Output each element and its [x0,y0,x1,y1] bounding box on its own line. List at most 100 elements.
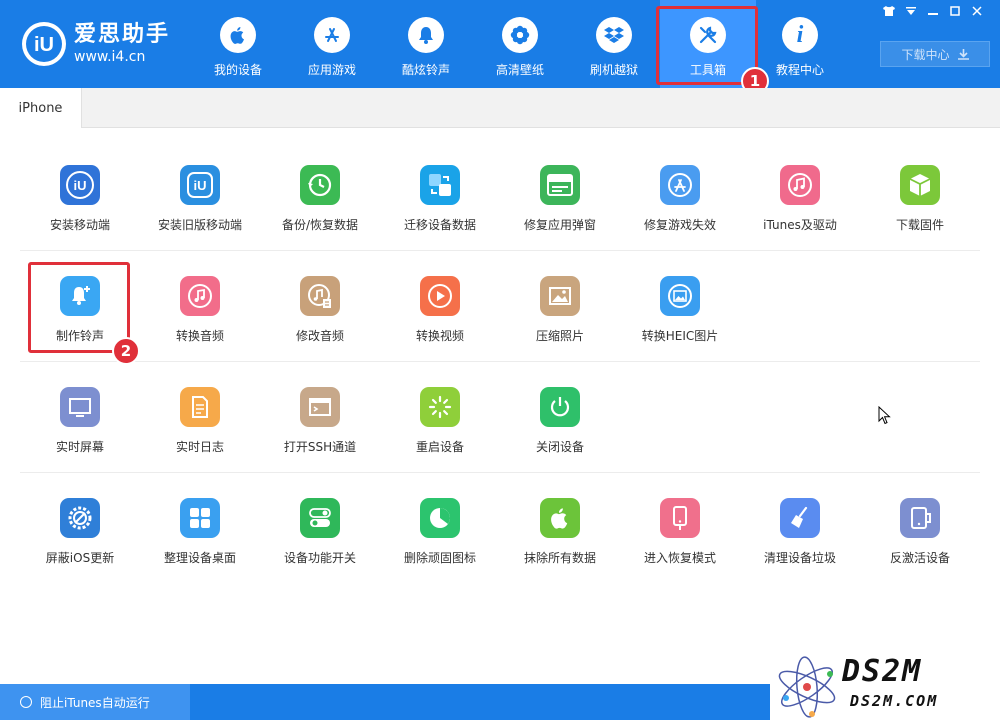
tool-install-old-mobile[interactable]: iU 安装旧版移动端 [140,165,260,265]
nav-label: 酷炫铃声 [401,63,450,77]
tool-itunes-driver[interactable]: iTunes及驱动 [740,165,860,265]
svg-text:iU: iU [74,178,87,193]
tool-label: 安装移动端 [49,218,110,232]
svg-text:iU: iU [34,34,54,56]
tool-erase-all-data[interactable]: 抹除所有数据 [500,498,620,598]
tool-convert-video[interactable]: 转换视频 [380,276,500,376]
restart-spinner-icon [420,387,460,427]
watermark-url: DS2M.COM [850,692,939,710]
tablet-icon [900,498,940,538]
tool-label: 屏蔽iOS更新 [45,551,115,565]
maximize-icon[interactable] [946,4,964,18]
tool-edit-audio[interactable]: 修改音频 [260,276,380,376]
video-convert-icon [420,276,460,316]
app-store-repair-icon [660,165,700,205]
tool-shutdown-device[interactable]: 关闭设备 [500,387,620,487]
apple-id-icon [540,165,580,205]
tool-label: 迁移设备数据 [403,218,476,232]
tool-convert-audio[interactable]: 转换音频 [140,276,260,376]
tool-convert-heic[interactable]: 转换HEIC图片 [620,276,740,376]
tool-label: 备份/恢复数据 [281,218,359,232]
tool-fix-game[interactable]: 修复游戏失效 [620,165,740,265]
minimize-icon[interactable] [924,4,942,18]
itunes-icon [780,165,820,205]
radio-circle-icon [20,696,32,708]
close-icon[interactable] [968,4,986,18]
nav-label: 刷机越狱 [589,63,638,77]
tool-backup-restore[interactable]: 备份/恢复数据 [260,165,380,265]
tool-restart-device[interactable]: 重启设备 [380,387,500,487]
tool-label: 反激活设备 [889,551,950,565]
firmware-box-icon [900,165,940,205]
nav-my-device[interactable]: 我的设备 [190,0,286,88]
tool-feature-switch[interactable]: 设备功能开关 [260,498,380,598]
log-document-icon [180,387,220,427]
tool-deactivate-device[interactable]: 反激活设备 [860,498,980,598]
watermark-title: DS2M [842,654,923,689]
dropbox-icon [596,17,632,53]
tool-label: 压缩照片 [535,329,584,343]
step-badge-2: 2 [112,337,140,365]
svg-text:iU: iU [194,178,207,193]
toggle-icon [300,498,340,538]
tool-fix-app-popup[interactable]: 修复应用弹窗 [500,165,620,265]
nav-flash-jailbreak[interactable]: 刷机越狱 [566,0,662,88]
tool-label: 关闭设备 [535,440,584,454]
tool-delete-stubborn-icons[interactable]: 删除顽固图标 [380,498,500,598]
brand-url: www.i4.cn [74,49,146,65]
tool-label: 转换视频 [415,329,464,343]
tool-label: 进入恢复模式 [643,551,716,565]
tool-open-ssh[interactable]: 打开SSH通道 [260,387,380,487]
broom-icon [780,498,820,538]
tool-compress-photo[interactable]: 压缩照片 [500,276,620,376]
top-bar: iU 爱思助手 www.i4.cn 我的设备 应用游戏 酷炫铃声 高清壁纸 刷机… [0,0,1000,88]
tool-label: 安装旧版移动端 [157,218,242,232]
apple-icon [220,17,256,53]
menu-icon[interactable] [902,4,920,18]
tool-label: 设备功能开关 [283,551,356,565]
audio-convert-icon [180,276,220,316]
nav-label: 应用游戏 [307,63,356,77]
terminal-icon [300,387,340,427]
tool-label: 修改音频 [295,329,344,343]
tool-migrate-data[interactable]: 迁移设备数据 [380,165,500,265]
info-icon: i [782,17,818,53]
nav-apps-games[interactable]: 应用游戏 [284,0,380,88]
tool-label: 转换HEIC图片 [641,329,719,343]
tool-label: 下载固件 [895,218,944,232]
device-tab-bar: iPhone [0,88,1000,129]
i4-app-icon: iU [60,165,100,205]
nav-wallpapers[interactable]: 高清壁纸 [472,0,568,88]
tool-label: 实时日志 [175,440,224,454]
tool-clean-junk[interactable]: 清理设备垃圾 [740,498,860,598]
gear-block-icon [60,498,100,538]
power-icon [540,387,580,427]
apple-erase-icon [540,498,580,538]
brand: 爱思助手 www.i4.cn [74,22,170,66]
nav-ringtones[interactable]: 酷炫铃声 [378,0,474,88]
tab-iphone[interactable]: iPhone [0,88,82,129]
tool-block-ios-update[interactable]: 屏蔽iOS更新 [20,498,140,598]
tool-realtime-log[interactable]: 实时日志 [140,387,260,487]
tool-recovery-mode[interactable]: 进入恢复模式 [620,498,740,598]
grid-icon [180,498,220,538]
photo-icon [540,276,580,316]
pie-icon [420,498,460,538]
nav-label: 我的设备 [213,63,262,77]
brand-title: 爱思助手 [74,22,171,47]
i4-old-app-icon: iU [180,165,220,205]
download-center-button[interactable]: 下载中心 [880,41,990,67]
tool-label: 转换音频 [175,329,224,343]
skin-icon[interactable] [880,4,898,18]
tool-download-firmware[interactable]: 下载固件 [860,165,980,265]
mouse-cursor-icon [878,406,891,425]
monitor-icon [60,387,100,427]
phone-recovery-icon [660,498,700,538]
i4-logo-icon[interactable]: iU [20,20,68,68]
tool-install-mobile[interactable]: iU 安装移动端 [20,165,140,265]
block-itunes-label: 阻止iTunes自动运行 [40,695,150,710]
tool-organize-desktop[interactable]: 整理设备桌面 [140,498,260,598]
heic-convert-icon [660,276,700,316]
block-itunes-toggle[interactable]: 阻止iTunes自动运行 [0,684,190,720]
tool-realtime-screen[interactable]: 实时屏幕 [20,387,140,487]
